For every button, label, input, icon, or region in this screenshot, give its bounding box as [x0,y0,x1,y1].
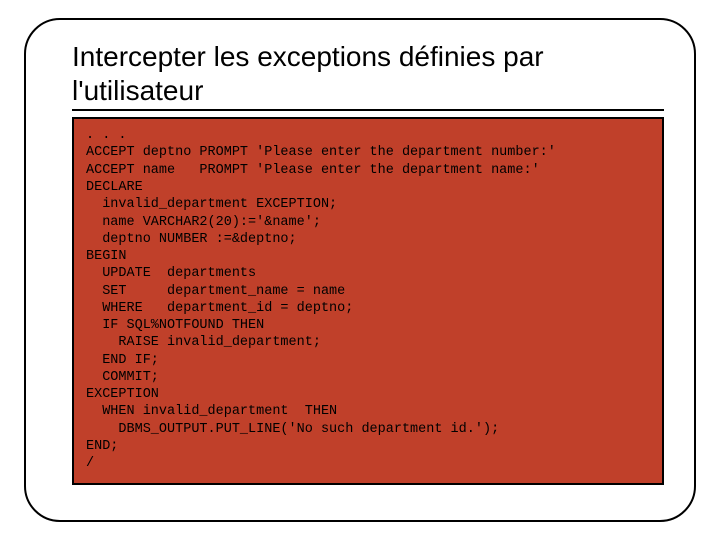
code-block: . . . ACCEPT deptno PROMPT 'Please enter… [72,117,664,484]
code-line: WHEN invalid_department THEN [86,404,337,419]
code-line: name VARCHAR2(20):='&name'; [86,215,321,230]
code-line: ACCEPT name PROMPT 'Please enter the dep… [86,163,540,178]
code-line: END; [86,439,118,454]
code-line: EXCEPTION [86,387,159,402]
code-line: COMMIT; [86,370,159,385]
slide-frame: Intercepter les exceptions définies par … [24,18,696,522]
code-line: DECLARE [86,180,143,195]
slide-title: Intercepter les exceptions définies par … [72,40,664,111]
code-line: WHERE department_id = deptno; [86,301,353,316]
code-line: invalid_department EXCEPTION; [86,197,337,212]
code-line: / [86,456,94,471]
code-line: IF SQL%NOTFOUND THEN [86,318,264,333]
code-line: . . . [86,128,127,143]
code-line: UPDATE departments [86,266,256,281]
code-line: deptno NUMBER :=&deptno; [86,232,297,247]
code-line: RAISE invalid_department; [86,335,321,350]
code-line: BEGIN [86,249,127,264]
code-line: ACCEPT deptno PROMPT 'Please enter the d… [86,145,556,160]
code-line: DBMS_OUTPUT.PUT_LINE('No such department… [86,422,499,437]
code-line: SET department_name = name [86,284,345,299]
code-line: END IF; [86,353,159,368]
